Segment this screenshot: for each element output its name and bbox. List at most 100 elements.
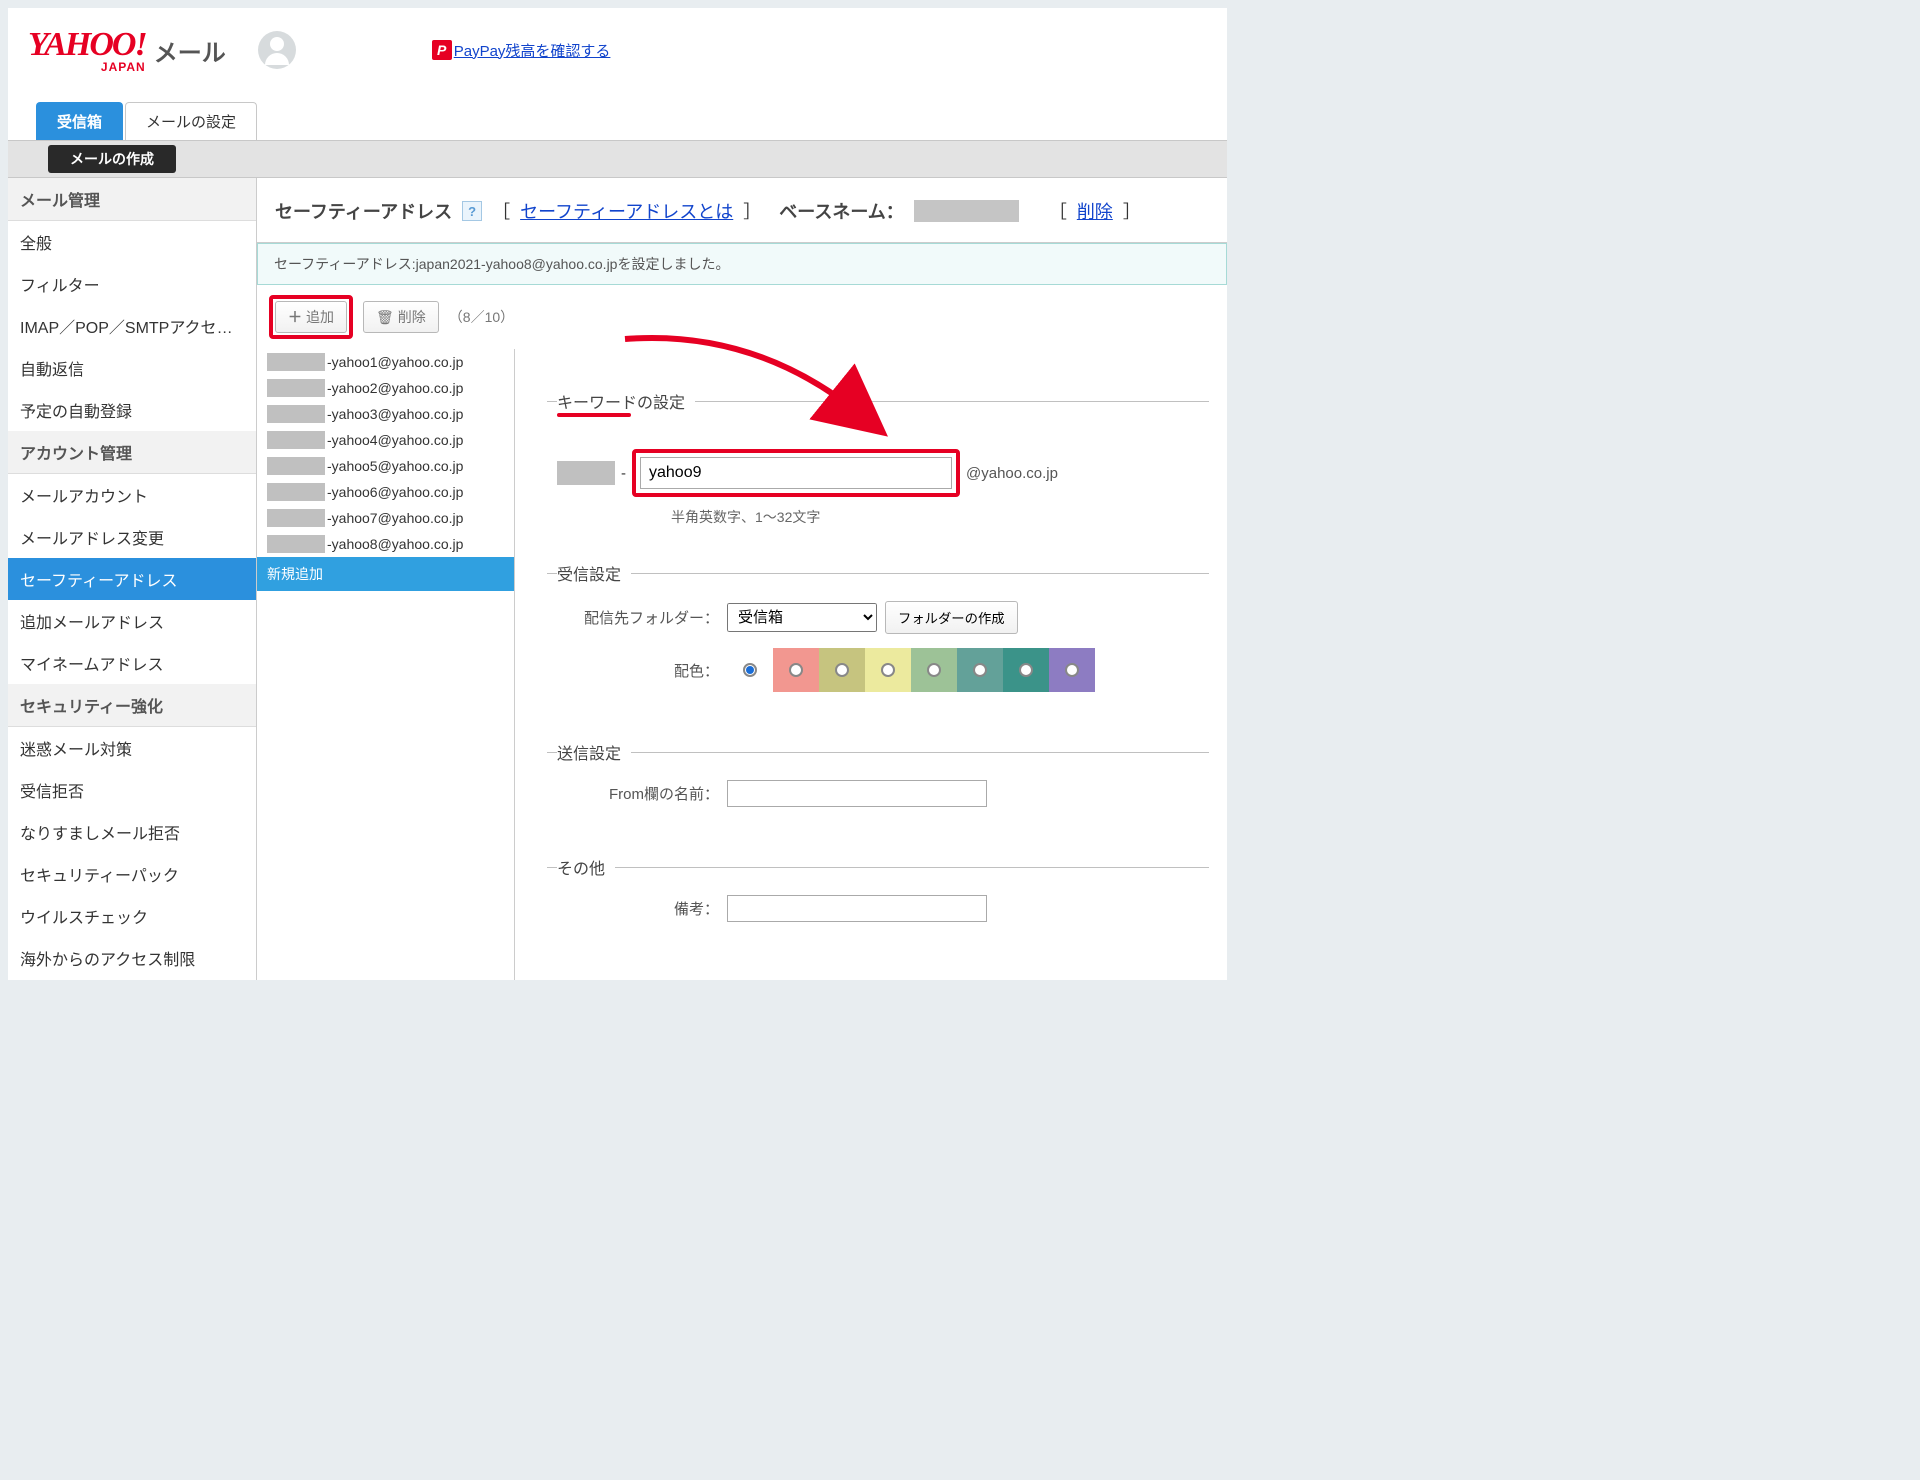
bracket-open: ［ bbox=[492, 198, 510, 224]
address-text: -yahoo8@yahoo.co.jp bbox=[327, 536, 463, 552]
username-redacted bbox=[306, 38, 426, 62]
sidebar-item-spam[interactable]: 迷惑メール対策 bbox=[8, 727, 256, 769]
color-swatch[interactable] bbox=[1003, 648, 1049, 692]
radio-icon bbox=[1065, 663, 1079, 677]
sidebar-item-imap[interactable]: IMAP／POP／SMTPアクセスと… bbox=[8, 305, 256, 347]
color-swatch[interactable] bbox=[819, 648, 865, 692]
prefix-redacted bbox=[267, 379, 325, 397]
address-row[interactable]: -yahoo2@yahoo.co.jp bbox=[257, 375, 514, 401]
create-folder-button[interactable]: フォルダーの作成 bbox=[885, 601, 1018, 634]
delete-basename-link[interactable]: 削除 bbox=[1077, 198, 1113, 224]
paypay-balance-link[interactable]: PayPay残高を確認する bbox=[454, 40, 611, 61]
trash-icon: 🗑 bbox=[376, 309, 394, 326]
radio-icon bbox=[835, 663, 849, 677]
basename-label: ベースネーム： bbox=[779, 198, 904, 224]
address-list: -yahoo1@yahoo.co.jp -yahoo2@yahoo.co.jp … bbox=[257, 349, 515, 980]
sidebar-header-security: セキュリティー強化 bbox=[8, 684, 256, 727]
prefix-redacted bbox=[267, 457, 325, 475]
plus-icon: ＋ bbox=[288, 307, 302, 327]
address-row[interactable]: -yahoo6@yahoo.co.jp bbox=[257, 479, 514, 505]
color-swatch[interactable] bbox=[773, 648, 819, 692]
address-text: -yahoo4@yahoo.co.jp bbox=[327, 432, 463, 448]
prefix-redacted bbox=[267, 431, 325, 449]
prefix-redacted bbox=[267, 535, 325, 553]
color-swatch[interactable] bbox=[865, 648, 911, 692]
prefix-redacted bbox=[267, 509, 325, 527]
receive-settings-legend: 受信設定 bbox=[557, 561, 631, 585]
sidebar-header-account: アカウント管理 bbox=[8, 431, 256, 474]
address-counter: （8／10） bbox=[449, 307, 514, 327]
radio-icon bbox=[789, 663, 803, 677]
keyword-prefix-redacted bbox=[557, 461, 615, 485]
annotation-underline bbox=[557, 413, 631, 417]
address-row-new[interactable]: 新規追加 bbox=[257, 557, 514, 591]
add-button[interactable]: ＋ 追加 bbox=[275, 301, 347, 333]
from-name-input[interactable] bbox=[727, 780, 987, 807]
color-swatch[interactable] bbox=[1049, 648, 1095, 692]
address-row[interactable]: -yahoo8@yahoo.co.jp bbox=[257, 531, 514, 557]
note-input[interactable] bbox=[727, 895, 987, 922]
tab-inbox[interactable]: 受信箱 bbox=[36, 102, 123, 140]
sidebar-item-spoofing[interactable]: なりすましメール拒否 bbox=[8, 811, 256, 853]
bracket-close-2: ］ bbox=[1123, 198, 1141, 224]
sidebar-item-filter[interactable]: フィルター bbox=[8, 263, 256, 305]
sidebar-item-safety-address[interactable]: セーフティーアドレス bbox=[8, 558, 256, 600]
avatar-icon[interactable] bbox=[258, 31, 296, 69]
sidebar-item-block[interactable]: 受信拒否 bbox=[8, 769, 256, 811]
from-name-label: From欄の名前： bbox=[557, 783, 727, 804]
delete-button[interactable]: 🗑 削除 bbox=[363, 301, 439, 333]
bracket-close: ］ bbox=[743, 198, 761, 224]
radio-icon bbox=[927, 663, 941, 677]
help-icon[interactable]: ? bbox=[462, 201, 482, 221]
paypay-icon: P bbox=[432, 40, 452, 60]
address-row[interactable]: -yahoo1@yahoo.co.jp bbox=[257, 349, 514, 375]
prefix-redacted bbox=[267, 353, 325, 371]
address-text: -yahoo5@yahoo.co.jp bbox=[327, 458, 463, 474]
safety-address-title: セーフティーアドレス bbox=[275, 198, 452, 224]
sidebar-item-additional-address[interactable]: 追加メールアドレス bbox=[8, 600, 256, 642]
sidebar-header-mail-mgmt: メール管理 bbox=[8, 178, 256, 221]
destination-folder-label: 配信先フォルダー： bbox=[557, 607, 727, 628]
prefix-redacted bbox=[267, 483, 325, 501]
color-swatch[interactable] bbox=[727, 648, 773, 692]
sidebar-item-schedule[interactable]: 予定の自動登録 bbox=[8, 389, 256, 431]
basename-redacted bbox=[914, 200, 1019, 222]
color-swatch[interactable] bbox=[957, 648, 1003, 692]
note-label: 備考： bbox=[557, 898, 727, 919]
tab-mail-settings[interactable]: メールの設定 bbox=[125, 102, 257, 140]
sidebar-item-virus[interactable]: ウイルスチェック bbox=[8, 895, 256, 937]
keyword-legend-text: キーワードの設定 bbox=[557, 395, 685, 412]
send-settings-legend: 送信設定 bbox=[557, 740, 631, 764]
address-row[interactable]: -yahoo5@yahoo.co.jp bbox=[257, 453, 514, 479]
sidebar-item-change-address[interactable]: メールアドレス変更 bbox=[8, 516, 256, 558]
color-swatch[interactable] bbox=[911, 648, 957, 692]
other-legend: その他 bbox=[557, 855, 615, 879]
flash-message: セーフティーアドレス:japan2021-yahoo8@yahoo.co.jpを… bbox=[257, 243, 1227, 285]
what-is-safety-address-link[interactable]: セーフティーアドレスとは bbox=[520, 198, 733, 224]
sidebar-item-mail-account[interactable]: メールアカウント bbox=[8, 474, 256, 516]
destination-folder-select[interactable]: 受信箱 bbox=[727, 603, 877, 632]
radio-icon bbox=[743, 663, 757, 677]
radio-icon bbox=[1019, 663, 1033, 677]
delete-button-label: 削除 bbox=[398, 307, 426, 327]
keyword-hint: 半角英数字、1～32文字 bbox=[671, 507, 1199, 527]
compose-button[interactable]: メールの作成 bbox=[48, 145, 176, 173]
sidebar-item-general[interactable]: 全般 bbox=[8, 221, 256, 263]
sidebar-item-overseas-access[interactable]: 海外からのアクセス制限 bbox=[8, 937, 256, 979]
domain-suffix: @yahoo.co.jp bbox=[966, 465, 1058, 482]
address-text: -yahoo7@yahoo.co.jp bbox=[327, 510, 463, 526]
sidebar-item-autoreply[interactable]: 自動返信 bbox=[8, 347, 256, 389]
prefix-redacted bbox=[267, 405, 325, 423]
address-row[interactable]: -yahoo7@yahoo.co.jp bbox=[257, 505, 514, 531]
address-row[interactable]: -yahoo4@yahoo.co.jp bbox=[257, 427, 514, 453]
address-text: -yahoo2@yahoo.co.jp bbox=[327, 380, 463, 396]
radio-icon bbox=[881, 663, 895, 677]
yahoo-logo[interactable]: YAHOO! JAPAN bbox=[28, 26, 146, 74]
color-label: 配色： bbox=[557, 660, 727, 681]
sidebar-item-security-pack[interactable]: セキュリティーパック bbox=[8, 853, 256, 895]
address-text: -yahoo3@yahoo.co.jp bbox=[327, 406, 463, 422]
sidebar-item-myname-address[interactable]: マイネームアドレス bbox=[8, 642, 256, 684]
address-text: -yahoo1@yahoo.co.jp bbox=[327, 354, 463, 370]
address-row[interactable]: -yahoo3@yahoo.co.jp bbox=[257, 401, 514, 427]
keyword-input[interactable] bbox=[640, 457, 952, 489]
